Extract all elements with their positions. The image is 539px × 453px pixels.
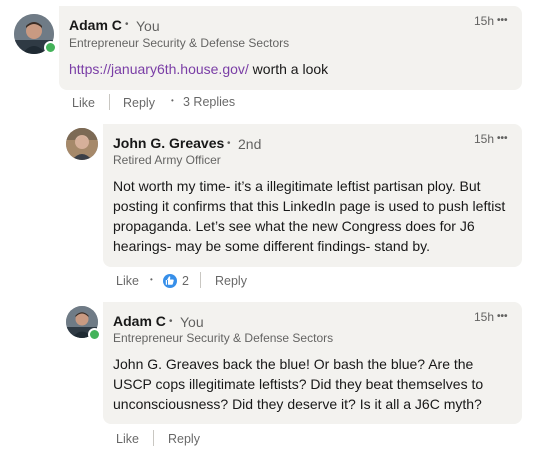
author-headline: Entrepreneur Security & Defense Sectors	[113, 331, 334, 345]
connection-degree: You	[180, 314, 204, 330]
more-options-icon[interactable]: •••	[497, 134, 508, 144]
online-status-indicator	[44, 41, 57, 54]
comment-timestamp: 15h	[474, 14, 495, 28]
comment-author-name[interactable]: Adam C	[69, 17, 122, 33]
degree-dot: •	[169, 316, 173, 327]
online-status-indicator	[88, 328, 101, 341]
more-options-icon[interactable]: •••	[497, 16, 508, 26]
action-divider	[200, 272, 201, 288]
comment-timestamp: 15h	[474, 310, 495, 324]
degree-dot: •	[227, 138, 231, 149]
comment-author-name[interactable]: Adam C	[113, 313, 166, 329]
comment-link[interactable]: https://january6th.house.gov/	[69, 61, 249, 77]
like-reaction-icon[interactable]	[163, 274, 177, 288]
comment-timestamp: 15h	[474, 132, 495, 146]
avatar[interactable]	[66, 128, 98, 160]
action-divider	[109, 94, 110, 110]
more-options-icon[interactable]: •••	[497, 312, 508, 322]
like-button[interactable]: Like	[116, 274, 139, 288]
connection-degree: You	[136, 18, 160, 34]
comment-text: https://january6th.house.gov/ worth a lo…	[69, 59, 509, 79]
comment-text-tail: worth a look	[248, 61, 329, 77]
degree-dot: •	[125, 19, 129, 30]
reply-button[interactable]: Reply	[123, 96, 155, 110]
author-headline: Retired Army Officer	[113, 153, 221, 167]
author-headline: Entrepreneur Security & Defense Sectors	[69, 36, 290, 50]
comment-text: Not worth my time- it’s a illegitimate l…	[113, 178, 506, 254]
connection-degree: 2nd	[238, 136, 262, 152]
view-replies-button[interactable]: 3 Replies	[183, 95, 235, 109]
action-divider	[153, 430, 154, 446]
like-button[interactable]: Like	[116, 432, 139, 446]
action-dot: •	[171, 96, 174, 105]
like-button[interactable]: Like	[72, 96, 95, 110]
reply-button[interactable]: Reply	[168, 432, 200, 446]
action-dot: •	[150, 275, 153, 284]
reply-button[interactable]: Reply	[215, 274, 247, 288]
comment-text: John G. Greaves back the blue! Or bash t…	[113, 356, 484, 412]
reaction-count[interactable]: 2	[182, 274, 189, 288]
comment-author-name[interactable]: John G. Greaves	[113, 135, 224, 151]
